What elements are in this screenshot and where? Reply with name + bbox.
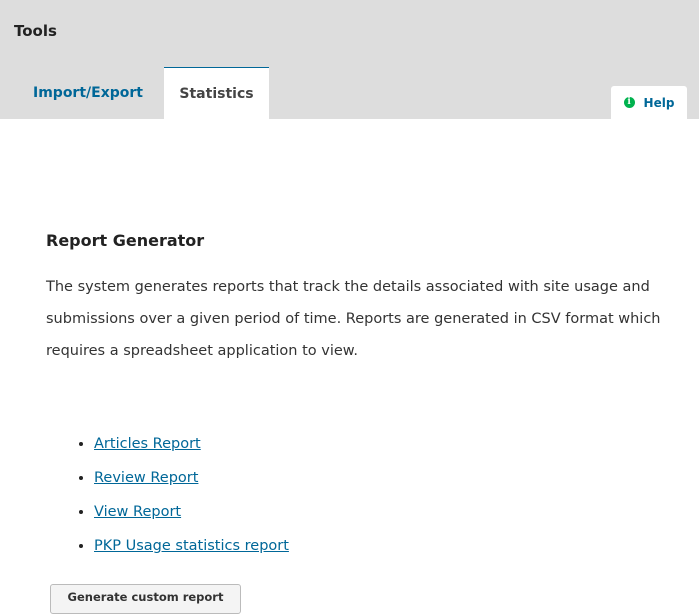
- tab-import-export[interactable]: Import/Export: [18, 67, 158, 119]
- info-icon: i: [623, 97, 635, 108]
- articles-report-link[interactable]: Articles Report: [94, 436, 201, 452]
- list-item: View Report: [94, 495, 289, 529]
- view-report-link[interactable]: View Report: [94, 504, 181, 520]
- generate-custom-report-button[interactable]: Generate custom report: [50, 584, 241, 614]
- help-label: Help: [643, 95, 675, 110]
- tab-statistics[interactable]: Statistics: [164, 67, 269, 119]
- top-header: Tools Import/Export Statistics i Help: [0, 0, 699, 119]
- report-list: Articles Report Review Report View Repor…: [70, 427, 289, 563]
- help-button[interactable]: i Help: [611, 86, 687, 119]
- list-item: PKP Usage statistics report: [94, 529, 289, 563]
- review-report-link[interactable]: Review Report: [94, 470, 198, 486]
- page-title: Tools: [14, 22, 57, 40]
- list-item: Review Report: [94, 461, 289, 495]
- report-description: The system generates reports that track …: [46, 279, 661, 359]
- pkp-usage-report-link[interactable]: PKP Usage statistics report: [94, 538, 289, 554]
- list-item: Articles Report: [94, 427, 289, 461]
- section-heading: Report Generator: [46, 231, 205, 250]
